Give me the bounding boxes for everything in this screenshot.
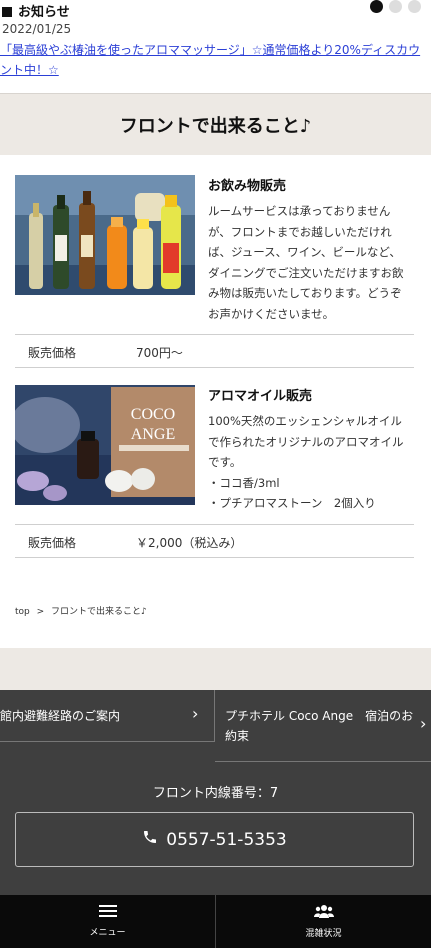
news-link[interactable]: 「最高級やぶ椿油を使ったアロママッサージ」☆通常価格より20%ディスカウント中！… [0, 40, 431, 80]
menu-label: メニュー [89, 928, 126, 938]
menu-button[interactable]: メニュー [0, 895, 215, 948]
breadcrumb: top > フロントで出来ること♪ [15, 604, 147, 617]
congestion-status-label: 混雑状況 [305, 929, 342, 939]
drinks-image [15, 175, 195, 295]
product-description: 100%天然のエッシェンシャルオイルで作られたオリジナルのアロマオイルです。 ・… [208, 414, 404, 510]
carousel-dot-2[interactable] [389, 0, 402, 13]
carousel-dot-1[interactable] [370, 0, 383, 13]
news-date: 2022/01/25 [2, 22, 72, 36]
square-bullet-icon [2, 7, 12, 17]
product-aroma-oil: COCO ANGE アロマオイル販売 100%天然のエッシェンシャルオイルで作ら… [15, 385, 414, 515]
evacuation-route-label: 館内避難経路のご案内 [0, 709, 121, 723]
aroma-oil-image: COCO ANGE [15, 385, 195, 505]
product-drinks: お飲み物販売 ルームサービスは承っておりませんが、フロントまでお越しいただければ… [15, 175, 414, 325]
stay-rules-label: プチホテル Coco Ange 宿泊のお約束 [225, 709, 414, 743]
news-section: お知らせ 2022/01/25 「最高級やぶ椿油を使ったアロママッサージ」☆通常… [0, 0, 431, 93]
price-value: ￥2,000（税込み） [136, 536, 243, 550]
price-row: 販売価格 700円〜 [15, 334, 414, 368]
chevron-right-icon: › [420, 714, 427, 733]
news-heading: お知らせ [2, 1, 70, 20]
product-title: アロマオイル販売 [208, 389, 313, 404]
extension-number: フロント内線番号：7 [152, 786, 279, 801]
page-title-banner: フロントで出来ること♪ [0, 93, 431, 155]
image-logo-top: COCO [131, 406, 175, 423]
footer: 館内避難経路のご案内 › プチホテル Coco Ange 宿泊のお約束 › フロ… [0, 690, 431, 895]
price-label: 販売価格 [28, 346, 77, 360]
price-value: 700円〜 [136, 346, 183, 360]
carousel-dots [370, 0, 421, 13]
price-label: 販売価格 [28, 536, 77, 550]
breadcrumb-current: フロントで出来ること♪ [51, 607, 147, 617]
evacuation-route-link[interactable]: 館内避難経路のご案内 › [0, 690, 215, 742]
image-logo-bottom: ANGE [131, 426, 175, 443]
breadcrumb-separator: > [36, 607, 45, 617]
spacer-band [0, 648, 431, 690]
price-row: 販売価格 ￥2,000（税込み） [15, 524, 414, 558]
congestion-status-button[interactable]: 混雑状況 [215, 895, 431, 948]
carousel-dot-3[interactable] [408, 0, 421, 13]
hamburger-icon [98, 905, 117, 920]
chevron-right-icon: › [192, 704, 199, 723]
phone-call-button[interactable]: 0557-51-5353 [15, 812, 414, 867]
breadcrumb-home[interactable]: top [15, 607, 30, 617]
product-title: お飲み物販売 [208, 179, 287, 194]
page-title: フロントで出来ること♪ [119, 115, 312, 137]
stay-rules-link[interactable]: プチホテル Coco Ange 宿泊のお約束 › [215, 690, 431, 762]
users-icon [313, 904, 334, 921]
phone-icon [142, 829, 158, 850]
product-description: ルームサービスは承っておりませんが、フロントまでお越しいただければ、ジュース、ワ… [208, 204, 404, 321]
phone-number: 0557-51-5353 [166, 829, 287, 850]
bottom-nav: メニュー 混雑状況 [0, 895, 431, 948]
